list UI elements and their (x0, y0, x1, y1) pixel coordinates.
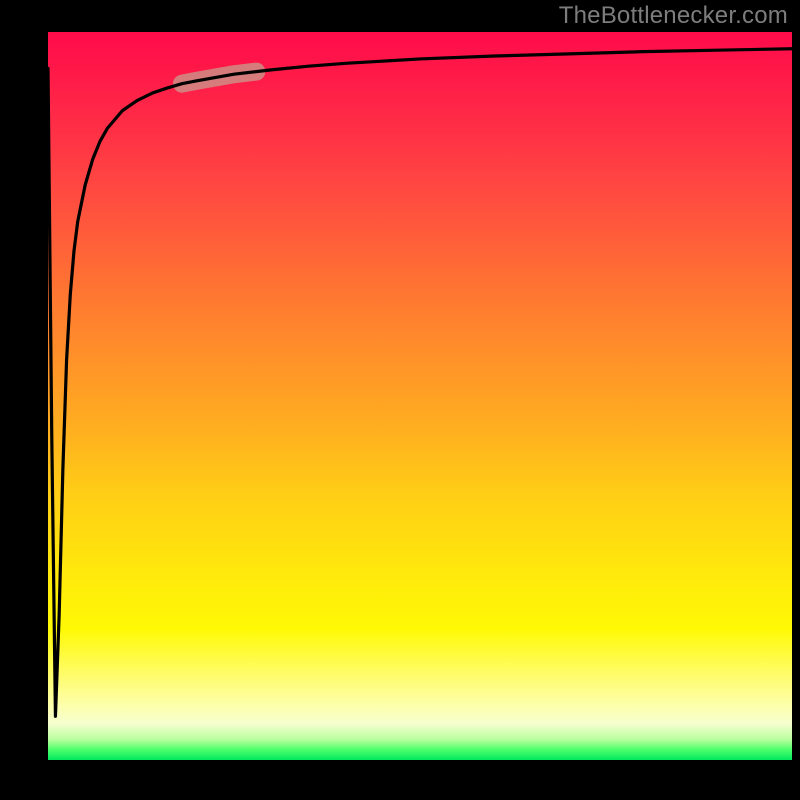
curve-overlay (48, 32, 792, 760)
bottleneck-curve (48, 49, 792, 717)
chart-frame: TheBottlenecker.com (0, 0, 800, 800)
watermark-text: TheBottlenecker.com (559, 2, 788, 30)
